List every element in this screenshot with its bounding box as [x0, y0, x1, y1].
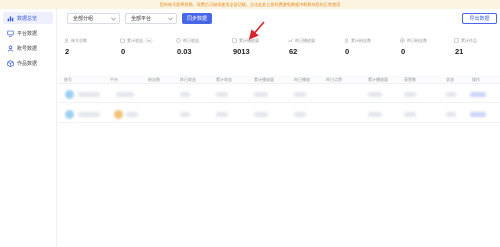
platform-redacted — [116, 92, 134, 97]
stats-bar: 账号总数 2 累计收益（元） 0 昨日收益 0.03 累计播放量 9013 昨日… — [58, 37, 500, 67]
column-header[interactable]: 账号 — [64, 77, 72, 83]
stat-value: 0 — [401, 47, 406, 56]
cell-redacted — [180, 112, 190, 117]
account-icon — [64, 38, 69, 43]
column-header[interactable]: 累计播放量 — [368, 77, 388, 83]
cell-redacted — [404, 112, 416, 117]
fans-add-icon — [400, 38, 405, 43]
column-header[interactable]: 获赞数 — [404, 77, 416, 83]
cell-redacted — [404, 92, 416, 97]
column-header[interactable]: 平台 — [110, 77, 118, 83]
export-data-button[interactable]: 导出数据 — [462, 13, 497, 24]
cell-redacted — [368, 92, 382, 97]
stat-value: 62 — [289, 47, 298, 56]
table-header: 账号 平台 粉丝数 昨日收益 累计收益 累计播放量 昨日播放 昨日点赞 累计播放… — [58, 75, 500, 84]
coin-icon — [176, 38, 181, 43]
cell-redacted — [254, 92, 268, 97]
user-icon — [7, 44, 14, 52]
stat-account-count: 账号总数 2 — [64, 37, 118, 67]
stat-label: 累计收益（元） — [127, 37, 155, 43]
cell-redacted — [368, 112, 382, 117]
stat-label: 昨日播放量 — [295, 37, 315, 43]
stat-yesterday-fans: 昨日粉丝数 0 — [400, 37, 454, 67]
platform-select-value: 全部平台 — [131, 16, 152, 22]
cell-redacted — [216, 112, 228, 117]
stat-label: 昨日粉丝数 — [407, 37, 427, 43]
stat-yesterday-plays: 昨日播放量 62 — [288, 37, 342, 67]
table-row[interactable] — [58, 107, 500, 123]
sidebar: 数据总览 平台数据 账号数据 作品数据 — [0, 9, 57, 247]
stat-label: 昨日收益 — [183, 37, 199, 43]
account-name-redacted — [78, 112, 100, 117]
column-header[interactable]: 累计收益 — [216, 77, 232, 83]
cell-redacted — [294, 112, 306, 117]
sidebar-item-label: 作品数据 — [17, 60, 38, 67]
cell-redacted — [446, 92, 456, 97]
stat-total-fans: 累计粉丝数 0 — [344, 37, 398, 67]
box-icon — [7, 59, 14, 67]
cell-redacted — [294, 92, 306, 97]
group-select-value: 全部分组 — [73, 16, 94, 22]
column-header[interactable]: 昨日收益 — [180, 77, 196, 83]
stat-label: 累计播放量 — [239, 37, 259, 43]
stat-value: 9013 — [233, 47, 250, 56]
sidebar-item-overview[interactable]: 数据总览 — [3, 12, 53, 24]
row-action-redacted[interactable] — [470, 112, 486, 117]
stat-value: 0 — [345, 47, 350, 56]
notice-banner[interactable]: 您的账号即将到期，续费后可继续使用全部功能，点击此处立即续费避免数据中断影响您的… — [0, 0, 500, 9]
main-content: 全部分组 全部平台 同步数据 导出数据 账号总数 2 累计收益（元） 0 昨日收… — [58, 9, 500, 247]
cell-redacted — [216, 92, 228, 97]
play-icon — [232, 38, 237, 43]
stat-total-plays: 累计播放量 9013 — [232, 37, 286, 67]
chevron-down-icon — [111, 17, 116, 21]
chevron-down-icon — [168, 17, 173, 21]
stat-label: 累计作品 — [461, 37, 477, 43]
stat-total-works: 累计作品 21 — [454, 37, 500, 67]
cell-redacted — [180, 92, 190, 97]
column-header[interactable]: 昨日播放 — [294, 77, 310, 83]
stat-label: 账号总数 — [71, 37, 87, 43]
stat-yesterday-revenue: 昨日收益 0.03 — [176, 37, 230, 67]
monitor-icon — [7, 30, 14, 37]
chart-line-icon — [288, 38, 293, 43]
stat-label: 累计粉丝数 — [351, 37, 371, 43]
group-select[interactable]: 全部分组 — [67, 13, 120, 24]
row-action-redacted[interactable] — [470, 92, 486, 97]
chart-icon — [7, 15, 14, 22]
platform-redacted — [126, 112, 138, 117]
notice-banner-text[interactable]: 您的账号即将到期，续费后可继续使用全部功能，点击此处立即续费避免数据中断影响您的… — [160, 2, 340, 8]
stat-value: 2 — [65, 47, 70, 56]
sidebar-item-label: 账号数据 — [17, 45, 38, 52]
column-header[interactable]: 状态 — [446, 77, 454, 83]
stat-total-revenue: 累计收益（元） 0 — [120, 37, 174, 67]
avatar — [65, 110, 74, 119]
stat-value: 21 — [455, 47, 464, 56]
cell-redacted — [254, 112, 268, 117]
platform-logo — [114, 110, 123, 119]
wallet-icon — [120, 38, 125, 43]
column-header[interactable]: 累计播放量 — [254, 77, 274, 83]
cell-redacted — [446, 112, 456, 117]
fans-icon — [344, 38, 349, 43]
table-row[interactable] — [58, 87, 500, 103]
column-header[interactable]: 操作 — [472, 77, 480, 83]
column-header[interactable]: 昨日点赞 — [326, 77, 342, 83]
account-name-redacted — [78, 92, 100, 97]
sidebar-item-platform[interactable]: 平台数据 — [3, 27, 53, 39]
sync-data-button[interactable]: 同步数据 — [182, 13, 212, 24]
sidebar-item-accounts[interactable]: 账号数据 — [3, 42, 53, 54]
works-icon — [454, 38, 459, 43]
column-header[interactable]: 粉丝数 — [148, 77, 160, 83]
sidebar-item-label: 平台数据 — [17, 30, 38, 37]
stat-value: 0 — [121, 47, 126, 56]
stat-value: 0.03 — [177, 47, 192, 56]
platform-select[interactable]: 全部平台 — [125, 13, 177, 24]
sidebar-item-works[interactable]: 作品数据 — [3, 57, 53, 69]
avatar — [65, 90, 74, 99]
sidebar-item-label: 数据总览 — [17, 15, 38, 22]
